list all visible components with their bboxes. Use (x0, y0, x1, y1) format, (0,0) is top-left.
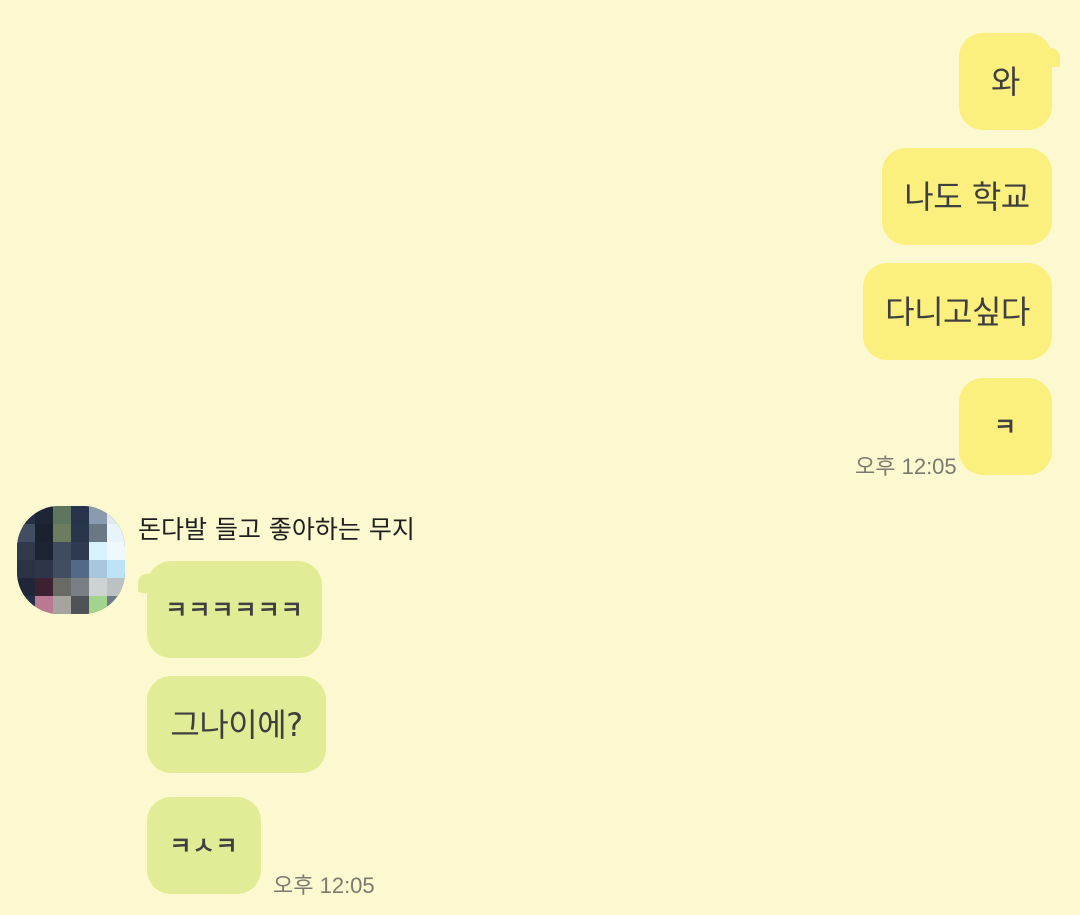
avatar-pixel (89, 596, 107, 614)
sent-message-bubble[interactable]: 나도 학교 (882, 148, 1052, 245)
sent-timestamp: 오후 12:05 (855, 454, 957, 479)
avatar-pixel (89, 506, 107, 524)
avatar-pixel (35, 542, 53, 560)
avatar-pixel (71, 578, 89, 596)
message-text: ㅋ (993, 412, 1018, 441)
message-text: ㅋㅅㅋ (169, 831, 239, 860)
avatar-pixel (35, 506, 53, 524)
received-message-bubble[interactable]: ㅋㅅㅋ (147, 797, 261, 894)
avatar-pixel (17, 506, 35, 524)
sent-message-bubble[interactable]: 와 (959, 33, 1052, 130)
sent-message-bubble[interactable]: ㅋ (959, 378, 1052, 475)
avatar-pixel (53, 542, 71, 560)
avatar-pixel (35, 596, 53, 614)
avatar-pixel (17, 524, 35, 542)
avatar-pixel (107, 506, 125, 524)
sent-message-bubble[interactable]: 다니고싶다 (863, 263, 1052, 360)
avatar-pixel (71, 560, 89, 578)
avatar-pixel (35, 524, 53, 542)
received-message-bubble[interactable]: ㅋㅋㅋㅋㅋㅋ (147, 561, 322, 658)
received-timestamp: 오후 12:05 (273, 873, 375, 898)
message-text: 그나이에? (170, 705, 303, 744)
avatar-pixel (17, 578, 35, 596)
avatar-pixel (53, 524, 71, 542)
avatar-pixel (107, 578, 125, 596)
avatar-pixel (107, 560, 125, 578)
avatar-pixel (71, 506, 89, 524)
message-text: 나도 학교 (904, 177, 1030, 216)
avatar-pixel (89, 542, 107, 560)
avatar-pixel (53, 578, 71, 596)
avatar-pixel (107, 596, 125, 614)
avatar-pixel (71, 596, 89, 614)
avatar-pixel (17, 560, 35, 578)
message-text: ㅋㅋㅋㅋㅋㅋ (165, 595, 304, 624)
avatar-pixel (89, 524, 107, 542)
avatar-pixel (17, 596, 35, 614)
avatar-pixel (53, 560, 71, 578)
avatar-pixel (89, 560, 107, 578)
avatar-pixel (71, 524, 89, 542)
sender-name[interactable]: 돈다발 들고 좋아하는 무지 (138, 510, 415, 546)
avatar-pixel (53, 596, 71, 614)
avatar-pixel (35, 560, 53, 578)
avatar-pixel (107, 542, 125, 560)
avatar-pixel (71, 542, 89, 560)
received-message-bubble[interactable]: 그나이에? (147, 676, 326, 773)
avatar-pixel (35, 578, 53, 596)
avatar-pixel (17, 542, 35, 560)
sender-avatar[interactable] (17, 506, 125, 614)
avatar-pixel (89, 578, 107, 596)
avatar-pixel (107, 524, 125, 542)
message-text: 와 (991, 62, 1020, 101)
avatar-pixel (53, 506, 71, 524)
message-text: 다니고싶다 (885, 292, 1030, 331)
